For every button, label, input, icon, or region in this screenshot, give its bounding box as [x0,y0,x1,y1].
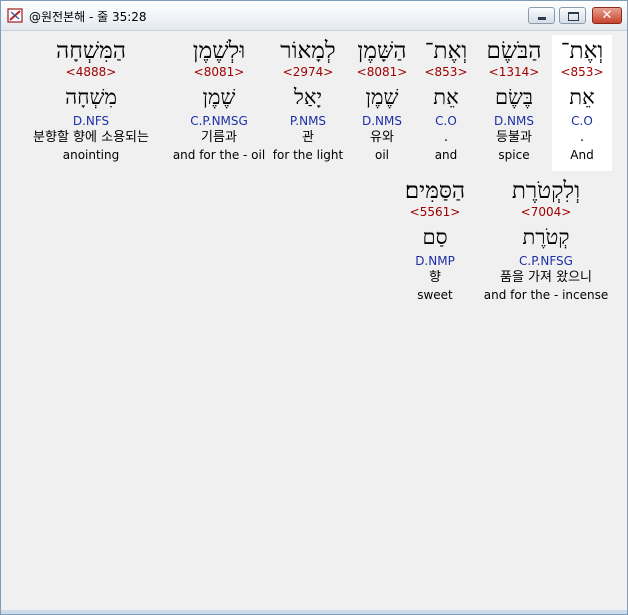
hebrew-word: וּלְשֶׁמֶן [192,38,246,64]
korean-gloss: 분향할 향에 소용되는 [33,130,149,145]
hebrew-lemma: אֵת [569,85,595,109]
hebrew-lemma: סַם [422,225,448,249]
korean-gloss: . [579,130,585,145]
parsing-code: D.NMS [361,114,402,128]
parsing-code: C.O [571,114,593,128]
korean-gloss: . [443,130,449,145]
korean-gloss: 등불과 [496,130,532,145]
english-gloss: And [570,148,594,162]
strong-number[interactable]: <853> [418,65,474,79]
english-gloss: spice [498,148,530,162]
english-gloss: and for the - incense [483,288,609,302]
hebrew-lemma: בֶּשֶׂם [494,85,534,109]
hebrew-lemma: מִשְׁחָה [65,85,117,109]
maximize-icon [568,12,579,21]
hebrew-lemma: קְטֹרֶת [522,225,570,249]
strong-number[interactable]: <4888> [14,65,168,79]
parsing-code: D.NFS [72,114,110,128]
minimize-button[interactable] [528,7,555,24]
close-button[interactable]: ✕ [592,7,622,24]
parsing-code: D.NMP [415,254,455,268]
word-6[interactable]: וּלְשֶׁמֶן <8081> שֶׁמֶן C.P.NMSG 기름과 an… [172,37,266,163]
strong-number[interactable]: <853> [552,65,612,79]
parsing-code: P.NMS [289,114,327,128]
hebrew-word: הַשָּׁמֶן [357,38,407,64]
word-3[interactable]: וְאֶת־ <853> אֵת C.O . and [418,37,474,163]
strong-number[interactable]: <2974> [270,65,346,79]
english-gloss: anointing [62,148,120,162]
hebrew-word: הַבֹּשֶׂם [486,38,542,64]
word-1[interactable]: וְאֶת־ <853> אֵת C.O . And [552,37,612,163]
strong-number[interactable]: <8081> [172,65,266,79]
korean-gloss: 품을 가져 왔으니 [500,270,592,285]
word-7[interactable]: הַמִּשְׁחָה <4888> מִשְׁחָה D.NFS 분향할 향에… [14,37,168,163]
window-title: @원전본해 - 줄 35:28 [29,10,147,24]
english-gloss: sweet [417,288,453,302]
korean-gloss: 유와 [370,130,394,145]
hebrew-lemma: שֶׁמֶן [365,85,399,109]
english-gloss: and for the - oil [172,148,266,162]
english-gloss: and [434,148,458,162]
word-4[interactable]: הַשָּׁמֶן <8081> שֶׁמֶן D.NMS 유와 oil [350,37,414,163]
title-bar[interactable]: @원전본해 - 줄 35:28 ✕ [1,1,627,31]
korean-gloss: 관 [302,130,314,145]
hebrew-lemma: יָאַל [294,85,322,109]
word-5[interactable]: לְמָאוֹר <2974> יָאַל P.NMS 관 for the li… [270,37,346,163]
hebrew-word: וְלִקְטֹרֶת [511,178,581,204]
window-bottom-border [1,610,627,614]
maximize-button[interactable] [559,7,586,24]
app-icon[interactable] [7,7,24,24]
english-gloss: oil [374,148,389,162]
hebrew-word: וְאֶת־ [560,38,604,64]
app-window: @원전본해 - 줄 35:28 ✕ וְאֶת־ <853> אֵת C.O .… [0,0,628,615]
interlinear-pane: וְאֶת־ <853> אֵת C.O . And הַבֹּשֶׂם <13… [6,31,622,609]
strong-number[interactable]: <8081> [350,65,414,79]
hebrew-lemma: אֵת [433,85,459,109]
hebrew-word: וְאֶת־ [424,38,468,64]
hebrew-word: הַסַּמִּים׃ [404,178,466,204]
korean-gloss: 기름과 [201,130,237,145]
strong-number[interactable]: <7004> [480,205,612,219]
english-gloss: for the light [272,148,344,162]
hebrew-word: לְמָאוֹר [280,38,336,64]
parsing-code: D.NMS [493,114,534,128]
strong-number[interactable]: <1314> [482,65,546,79]
parsing-code: C.O [435,114,457,128]
hebrew-word: הַמִּשְׁחָה [56,38,126,64]
korean-gloss: 향 [429,270,441,285]
parsing-code: C.P.NMSG [190,114,248,128]
word-2[interactable]: הַבֹּשֶׂם <1314> בֶּשֶׂם D.NMS 등불과 spice [482,37,546,163]
strong-number[interactable]: <5561> [396,205,474,219]
hebrew-lemma: שֶׁמֶן [202,85,236,109]
word-9[interactable]: הַסַּמִּים׃ <5561> סַם D.NMP 향 sweet [396,177,474,303]
parsing-code: C.P.NFSG [519,254,573,268]
close-icon: ✕ [601,8,613,23]
word-8[interactable]: וְלִקְטֹרֶת <7004> קְטֹרֶת C.P.NFSG 품을 가… [480,177,612,303]
minimize-icon [538,17,546,20]
